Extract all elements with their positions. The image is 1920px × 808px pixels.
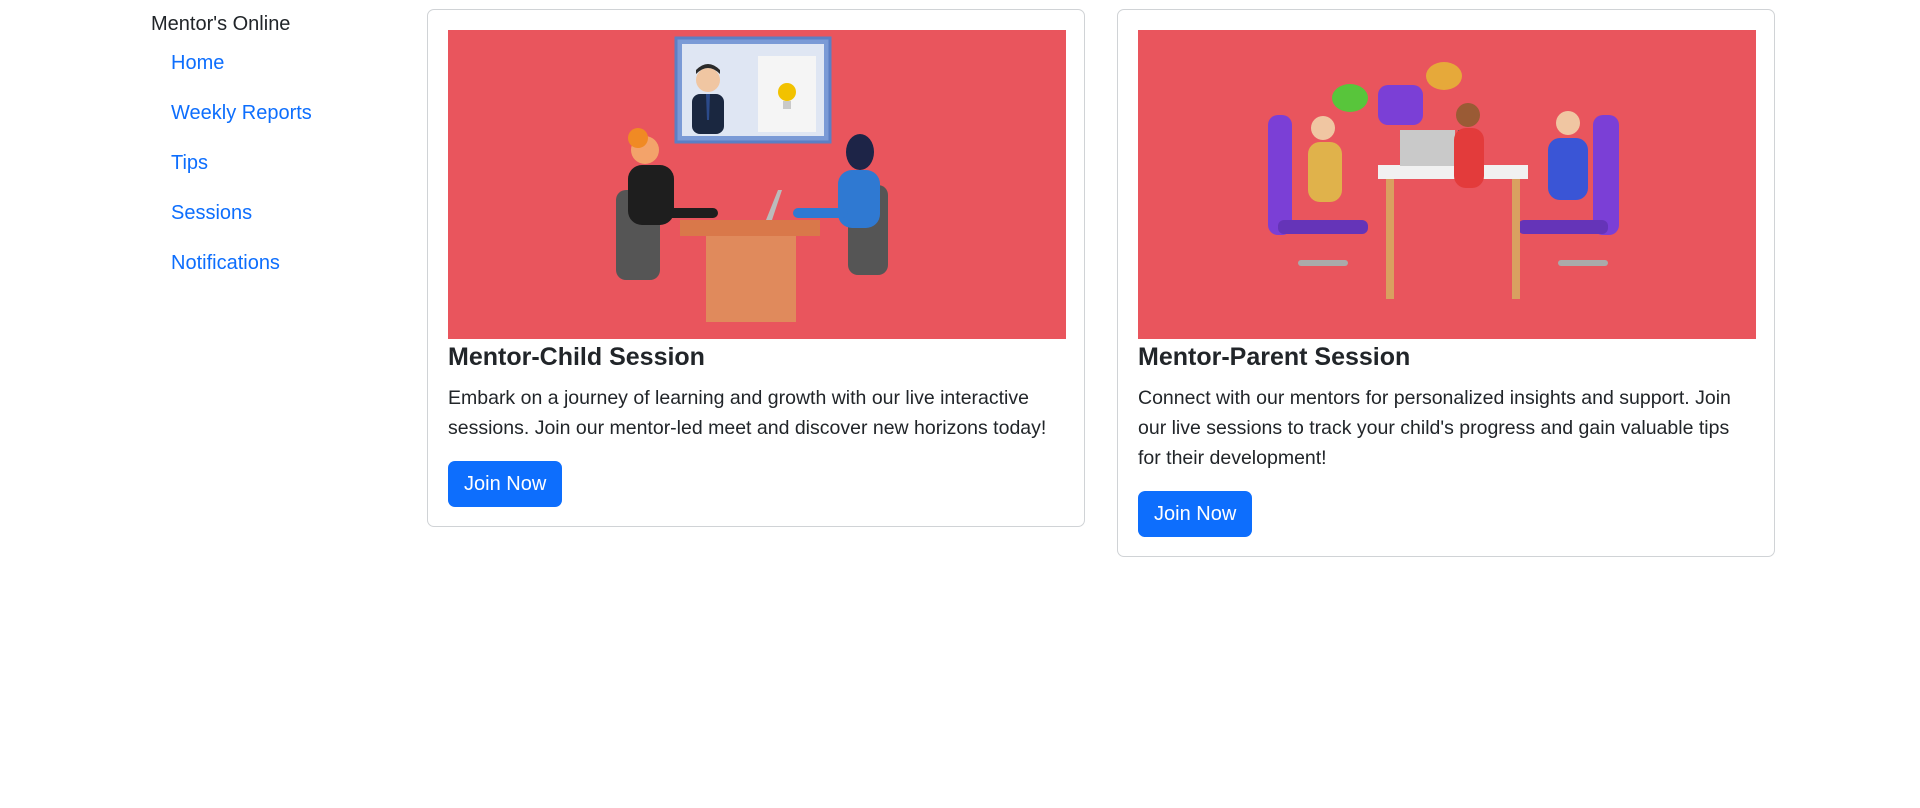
session-card-mentor-parent: Mentor-Parent Session Connect with our m… [1117,9,1775,557]
session-card-mentor-child: Mentor-Child Session Embark on a journey… [427,9,1085,527]
card-description: Embark on a journey of learning and grow… [448,387,1047,439]
sidebar: Mentor's Online Home Weekly Reports Tips… [151,10,411,299]
sidebar-item-tips[interactable]: Tips [151,149,411,177]
card-title: Mentor-Child Session [448,343,705,371]
join-now-button[interactable]: Join Now [1138,491,1253,537]
mentor-child-illustration [448,30,1066,339]
sidebar-item-weekly-reports[interactable]: Weekly Reports [151,99,411,127]
join-now-button[interactable]: Join Now [448,461,563,507]
sidebar-nav: Home Weekly Reports Tips Sessions Notifi… [151,49,411,277]
sidebar-item-sessions[interactable]: Sessions [151,199,411,227]
sidebar-item-notifications[interactable]: Notifications [151,249,411,277]
sidebar-item-home[interactable]: Home [151,49,411,77]
card-title: Mentor-Parent Session [1138,343,1411,371]
mentor-parent-illustration [1138,30,1756,339]
page: Mentor's Online Home Weekly Reports Tips… [0,0,1920,808]
brand-title: Mentor's Online [151,13,291,35]
card-description: Connect with our mentors for personalize… [1138,387,1731,469]
